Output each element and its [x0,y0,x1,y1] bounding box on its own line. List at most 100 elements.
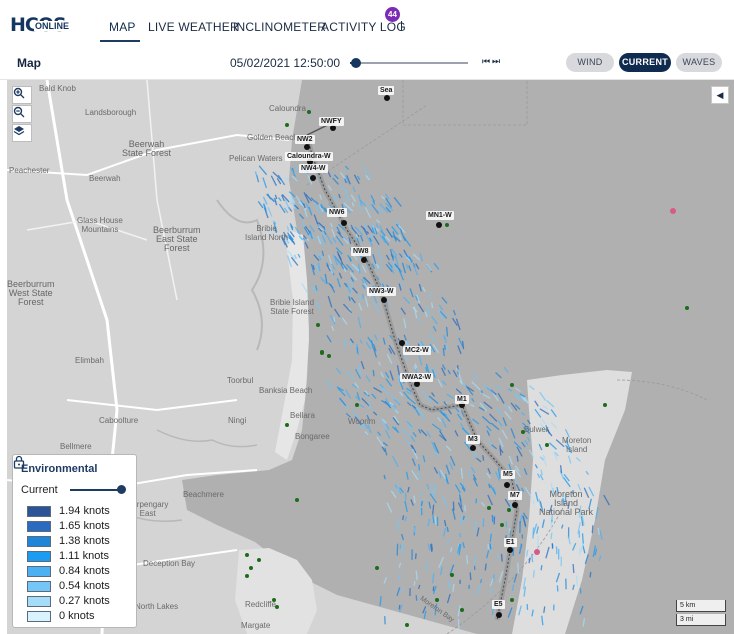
place-label: Bribie Island State Forest [270,298,315,316]
chevron-left-icon[interactable]: ◀ [711,86,729,104]
nav-separator [401,21,402,31]
station-label[interactable]: NW8 [351,247,371,256]
place-label: Deception Bay [143,559,196,568]
scale-bar-km: 5 km [676,600,726,612]
map-canvas[interactable]: Bald Knob Landsborough Beerwah State For… [7,80,734,634]
place-label: Bongaree [295,432,330,441]
legend-label: 1.11 knots [59,550,109,562]
place-label: Moreton Island [562,436,592,454]
legend-swatch [27,521,51,532]
nav-active-indicator [100,40,140,42]
station-label[interactable]: M7 [508,491,522,500]
timeline-handle[interactable] [350,58,361,68]
legend-entry: 1.38 knots [27,534,131,549]
layer-toggle-wind[interactable]: WIND [566,53,614,72]
place-label: Margate [241,621,271,630]
legend-entry: 1.94 knots [27,504,131,519]
place-label: Beerwah [89,174,121,183]
skip-forward-icon[interactable]: ⏭ [492,56,500,67]
place-label: Bribie Island North [245,224,289,242]
nav-tab-map[interactable]: MAP [109,20,136,34]
environmental-legend: Environmental Current 1.94 knots 1.65 kno… [12,454,137,628]
place-label: Beachmere [183,490,224,499]
station-label[interactable]: MN1-W [426,211,454,220]
legend-label: 1.94 knots [59,505,110,517]
legend-label: 1.65 knots [59,520,110,532]
place-label: Bellmere [60,442,92,451]
place-label: Glass House Mountains [77,216,123,234]
station-label[interactable]: M5 [501,470,515,479]
opacity-slider-handle[interactable] [117,485,126,494]
zoom-in-icon[interactable] [12,86,32,104]
layer-toggle-current[interactable]: CURRENT [619,53,671,72]
legend-swatch [27,536,51,547]
legend-title: Environmental [21,463,98,475]
place-label: Redcliffe [245,600,276,609]
place-label: Beerwah State Forest [122,139,172,158]
station-label[interactable]: Caloundra-W [285,152,333,161]
top-navigation: HCOS ONLINE MAP LIVE WEATHER INCLINOMETE… [0,0,734,46]
timeline-track[interactable] [350,62,468,64]
legend-swatch [27,596,51,607]
legend-label: 0.27 knots [59,595,110,607]
station-label[interactable]: M1 [455,395,469,404]
app-logo[interactable]: HCOS ONLINE [10,12,88,40]
layer-toggle-waves[interactable]: WAVES [676,53,722,72]
nav-tab-activity-log[interactable]: ACTIVITY LOG [321,20,406,34]
station-label[interactable]: NW3-W [367,287,396,296]
legend-label: 0 knots [59,610,95,622]
place-label: Beerburrum East State Forest [153,225,201,253]
place-label: Golden Beach [247,133,298,142]
place-label: Caloundra [269,104,306,113]
legend-entry: 0 knots [27,609,131,624]
legend-entry: 0.27 knots [27,594,131,609]
legend-label: 0.54 knots [59,580,110,592]
place-label: Bellara [290,411,315,420]
place-label: Moreton Island National Park [539,489,594,517]
lock-icon[interactable] [13,455,25,469]
station-label[interactable]: NW4-W [299,164,328,173]
legend-label: 0.84 knots [59,565,110,577]
station-label[interactable]: NW2 [295,135,315,144]
station-label[interactable]: NW6 [327,208,347,217]
legend-swatch [27,506,51,517]
activity-count-badge: 44 [385,7,400,22]
station-label[interactable]: Sea [378,86,395,95]
legend-entry: 1.65 knots [27,519,131,534]
page-title: Map [17,56,41,70]
map-toolbar: Map 05/02/2021 12:50:00 ⏮ ⏭ WIND CURRENT… [0,46,734,80]
place-label: Toorbul [227,376,254,385]
station-label[interactable]: E5 [492,600,505,609]
station-label[interactable]: NWFY [319,117,344,126]
logo-sub: ONLINE [34,21,71,31]
skip-back-icon[interactable]: ⏮ [482,56,490,67]
zoom-out-icon[interactable] [12,105,32,123]
scale-bar-mi: 3 mi [676,614,726,626]
nav-tab-live-weather[interactable]: LIVE WEATHER [148,20,239,34]
layer-name: Current [21,484,58,496]
legend-entry: 0.84 knots [27,564,131,579]
place-label: Elimbah [75,356,104,365]
nav-tab-inclinometer[interactable]: INCLINOMETER [233,20,326,34]
place-label: Pelican Waters [229,154,283,163]
station-label[interactable]: M3 [466,435,480,444]
legend-swatch [27,551,51,562]
place-label: Bulwer [524,425,549,434]
legend-swatch [27,581,51,592]
legend-entry: 0.54 knots [27,579,131,594]
place-label: Caboolture [99,416,139,425]
place-label: Peachester [9,166,50,175]
place-label: Bald Knob [39,84,76,93]
station-label[interactable]: NWA2-W [400,373,434,382]
opacity-slider-track[interactable] [70,489,122,491]
place-label: Woorim [348,417,376,426]
station-label[interactable]: E1 [504,538,517,547]
legend-label: 1.38 knots [59,535,110,547]
place-label: Beerburrum West State Forest [7,279,55,307]
place-label: Banksia Beach [259,386,313,395]
place-label: North Lakes [135,602,179,611]
station-label[interactable]: MC2-W [403,346,431,355]
layers-icon[interactable] [12,124,32,142]
legend-swatch [27,611,51,622]
timeline-datetime: 05/02/2021 12:50:00 [230,56,341,70]
